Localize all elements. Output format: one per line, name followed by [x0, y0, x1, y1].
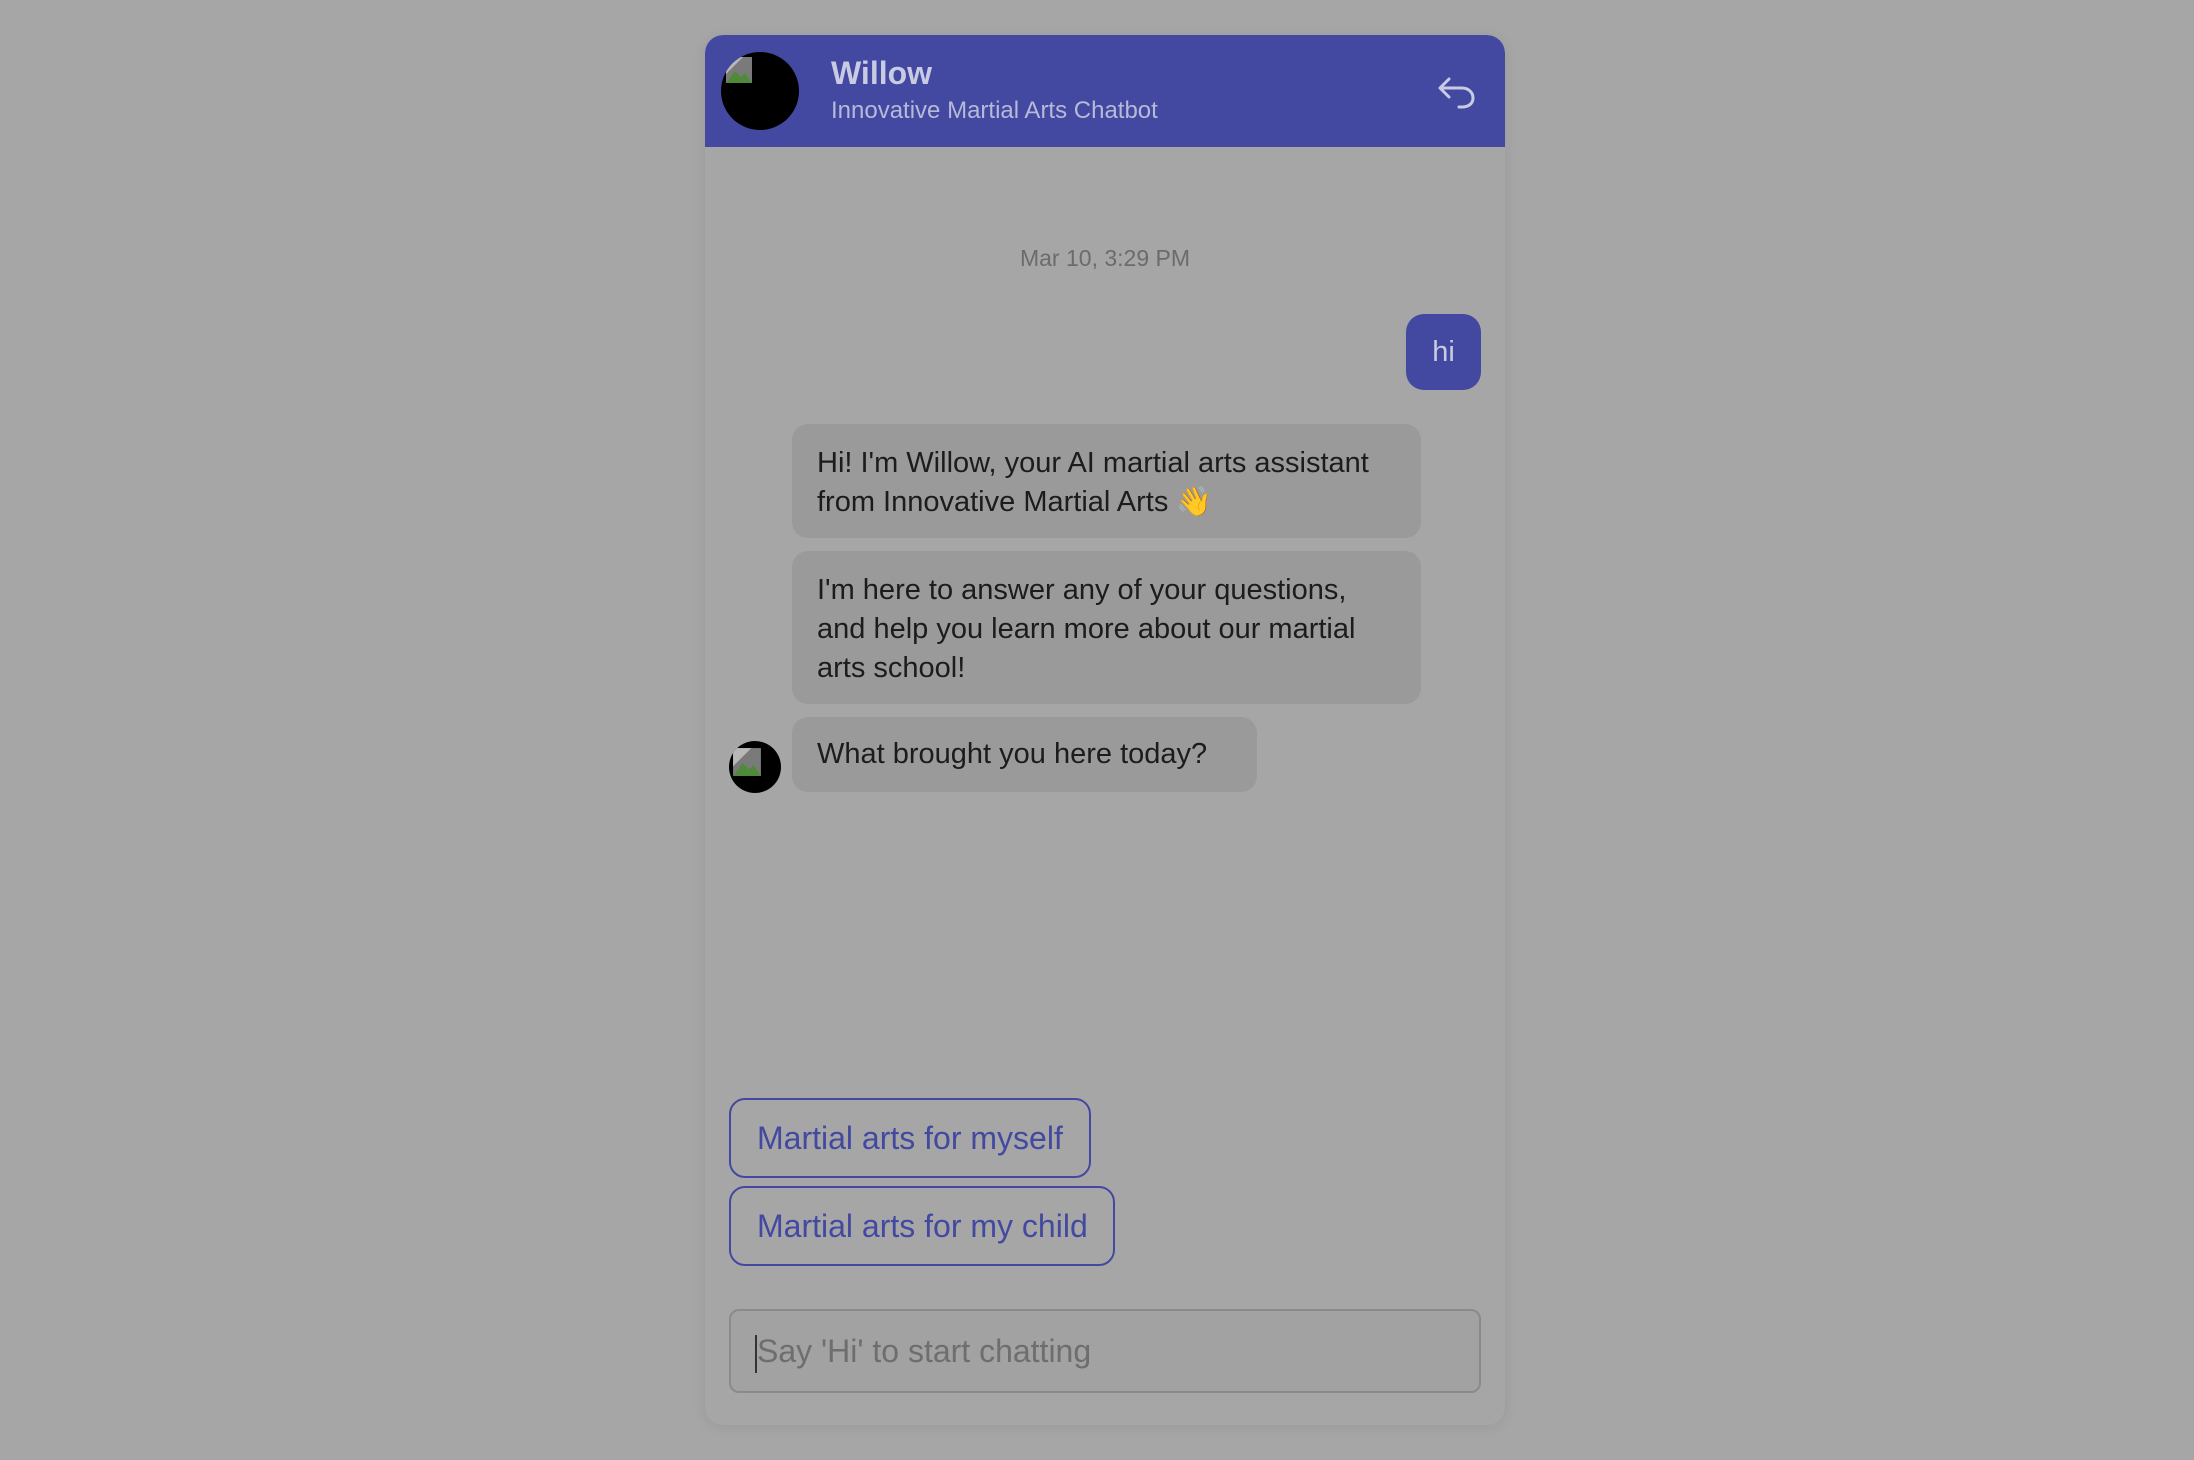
- broken-image-icon: [733, 748, 761, 776]
- bot-message: What brought you here today?: [792, 717, 1257, 792]
- message-input-container: [729, 1309, 1481, 1393]
- bot-message: I'm here to answer any of your questions…: [792, 551, 1421, 704]
- bot-message: Hi! I'm Willow, your AI martial arts ass…: [792, 424, 1421, 538]
- back-button[interactable]: [1435, 69, 1479, 113]
- bot-name: Willow: [831, 55, 933, 91]
- reply-arrow-icon: [1438, 77, 1475, 109]
- bot-subtitle: Innovative Martial Arts Chatbot: [831, 97, 1158, 124]
- broken-image-icon: [726, 57, 752, 83]
- message-timestamp: Mar 10, 3:29 PM: [1019, 245, 1191, 271]
- bot-avatar: [721, 52, 799, 130]
- user-message: hi: [1406, 314, 1481, 390]
- quick-reply-myself-button[interactable]: Martial arts for myself: [729, 1098, 1091, 1178]
- bot-message-avatar: [729, 741, 781, 793]
- message-input[interactable]: [731, 1311, 1479, 1391]
- chat-header: Willow Innovative Martial Arts Chatbot: [705, 35, 1505, 147]
- quick-reply-child-button[interactable]: Martial arts for my child: [729, 1186, 1115, 1266]
- chat-widget: Willow Innovative Martial Arts Chatbot M…: [705, 35, 1505, 1425]
- text-cursor: [755, 1335, 757, 1373]
